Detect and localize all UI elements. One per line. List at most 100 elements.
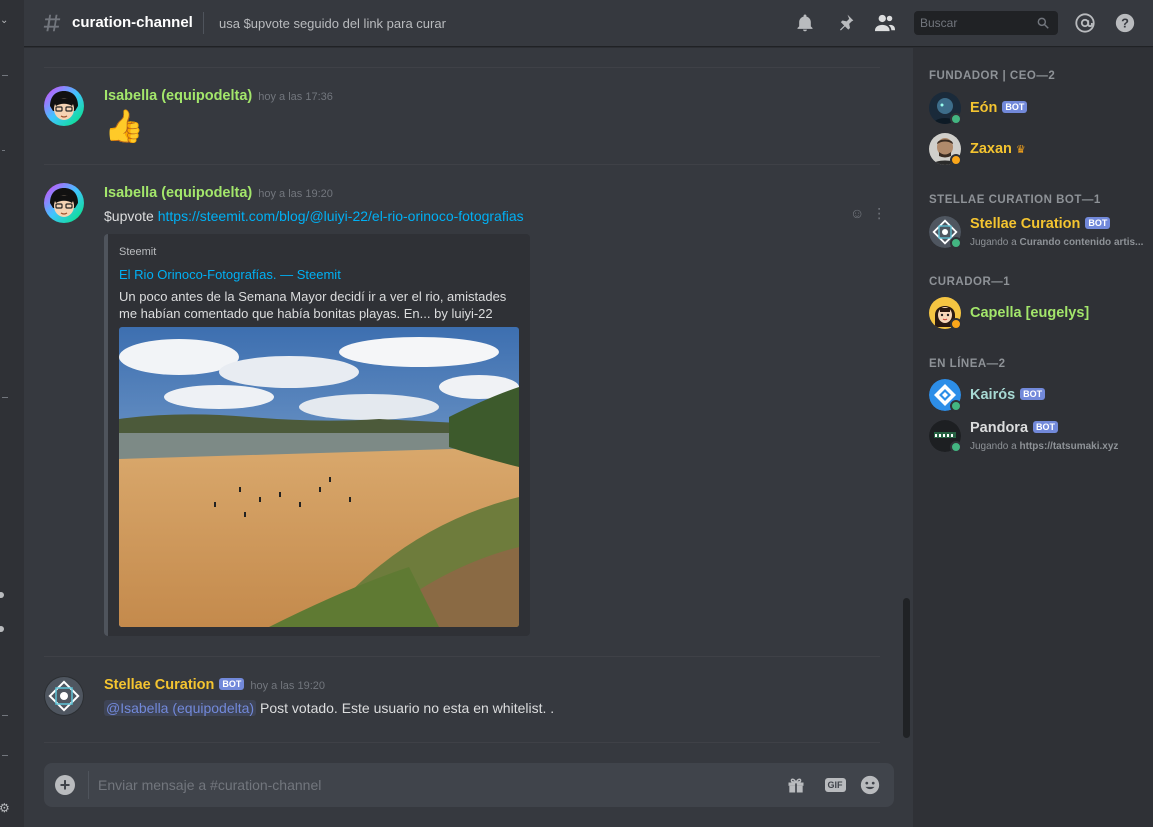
embed-description: Un poco antes de la Semana Mayor decidí … [119, 289, 507, 321]
member-name: Stellae Curation BOT [970, 216, 1111, 232]
composer-divider [88, 771, 89, 799]
message-list[interactable]: Isabella (equipodelta) hoy a las 17:36 👍 … [24, 48, 900, 748]
message-timestamp: hoy a las 17:36 [258, 91, 333, 103]
more-options-icon[interactable]: ⋮ [872, 205, 886, 222]
gift-icon[interactable] [785, 774, 807, 796]
channel-header: curation-channel usa $upvote seguido del… [24, 0, 1153, 47]
message-text: Post votado. Este usuario no esta en whi… [256, 700, 555, 716]
member-name: Capella [eugelys] [970, 305, 1089, 321]
avatar[interactable] [44, 86, 84, 126]
member-item[interactable]: Kairós BOT [929, 375, 1149, 415]
message-author[interactable]: Isabella (equipodelta) hoy a las 19:20 [104, 185, 333, 201]
channel-topic: usa $upvote seguido del link para curar [219, 16, 446, 31]
message-separator [44, 67, 880, 68]
activity-prefix: Jugando a [970, 237, 1020, 248]
svg-text:?: ? [1121, 16, 1129, 31]
link-embed: Steemit El Rio Orinoco-Fotografías. — St… [104, 234, 530, 636]
sidebar-mark [2, 150, 5, 151]
scrollbar-thumb[interactable] [903, 598, 910, 738]
message-separator [44, 742, 880, 743]
pin-icon[interactable] [834, 12, 856, 34]
member-list: FUNDADOR | CEO—2 Eón BOT Zaxan ♛ STELLAE C… [913, 48, 1153, 827]
message-separator [44, 656, 880, 657]
bot-badge: BOT [1033, 421, 1059, 433]
message-emoji: 👍 [104, 108, 144, 144]
embed-provider[interactable]: Steemit [119, 246, 156, 258]
bell-icon[interactable] [794, 12, 816, 34]
avatar [929, 297, 962, 330]
upload-plus-button[interactable]: + [55, 775, 75, 795]
gear-icon[interactable]: ⚙ [0, 801, 10, 815]
member-item[interactable]: Pandora BOT Jugando a https://tatsumaki.x… [929, 416, 1149, 456]
member-category: STELLAE CURATION BOT—1 [929, 194, 1101, 206]
message-content: $upvote https://steemit.com/blog/@luiyi-… [104, 208, 524, 224]
message-input[interactable] [98, 773, 758, 797]
member-name-text: Stellae Curation [970, 216, 1081, 232]
idle-status-icon [950, 154, 962, 166]
gif-label: GIF [824, 778, 846, 792]
member-item[interactable]: Capella [eugelys] [929, 293, 1149, 333]
message-author[interactable]: Isabella (equipodelta) hoy a las 17:36 [104, 88, 333, 104]
member-item[interactable]: Stellae Curation BOT Jugando a Curando co… [929, 212, 1149, 252]
sidebar-mark [2, 397, 8, 398]
members-icon[interactable] [874, 12, 896, 34]
author-name[interactable]: Stellae Curation [104, 677, 214, 693]
online-status-icon [950, 441, 962, 453]
chat-scrollbar[interactable] [900, 48, 912, 748]
mention-icon[interactable] [1074, 12, 1096, 34]
message-timestamp: hoy a las 19:20 [258, 188, 333, 200]
member-name-text: Pandora [970, 420, 1029, 436]
member-category: EN LÍNEA—2 [929, 358, 1006, 370]
activity-name: Curando contenido artis... [1019, 237, 1144, 248]
gif-button[interactable]: GIF [822, 774, 848, 796]
chevron-down-icon[interactable]: ⌄ [0, 15, 8, 26]
help-icon[interactable]: ? [1114, 12, 1136, 34]
avatar[interactable] [44, 676, 84, 716]
add-reaction-icon[interactable]: ☺ [850, 205, 864, 222]
embed-title[interactable]: El Rio Orinoco-Fotografías. — Steemit [119, 267, 341, 282]
avatar [929, 420, 962, 453]
avatar [929, 216, 962, 249]
online-status-icon [950, 400, 962, 412]
emoji-icon[interactable] [859, 774, 881, 796]
bot-badge: BOT [1020, 388, 1046, 400]
crown-icon: ♛ [1015, 144, 1026, 156]
message-content: @Isabella (equipodelta) Post votado. Est… [104, 700, 554, 716]
member-name-text: Kairós [970, 387, 1016, 403]
member-activity: Jugando a https://tatsumaki.xyz [970, 441, 1145, 452]
member-category: FUNDADOR | CEO—2 [929, 70, 1056, 82]
sidebar-mark [2, 755, 8, 756]
search-box[interactable] [914, 11, 1058, 35]
member-name: Zaxan ♛ [970, 141, 1026, 157]
embed-image[interactable] [119, 327, 519, 627]
sidebar-dot [0, 626, 4, 632]
discord-window: ⌄ ⚙ curation-channel usa $upvote seguido… [0, 0, 1153, 827]
bot-badge: BOT [219, 678, 245, 690]
author-name[interactable]: Isabella (equipodelta) [104, 88, 252, 104]
activity-prefix: Jugando a [970, 441, 1020, 452]
member-name: Eón BOT [970, 100, 1028, 116]
avatar [929, 379, 962, 412]
hash-icon [43, 14, 61, 32]
member-name-text: Eón [970, 100, 998, 116]
member-item[interactable]: Zaxan ♛ [929, 129, 1149, 169]
search-input[interactable] [914, 11, 1034, 35]
command-text: $upvote [104, 208, 158, 224]
message-timestamp: hoy a las 19:20 [250, 680, 326, 692]
message-actions: ☺ ⋮ [850, 205, 886, 222]
author-name[interactable]: Isabella (equipodelta) [104, 185, 252, 201]
member-name: Pandora BOT [970, 420, 1059, 436]
member-name-text: Zaxan [970, 141, 1012, 157]
bot-badge: BOT [1085, 217, 1111, 229]
post-link[interactable]: https://steemit.com/blog/@luiyi-22/el-ri… [158, 208, 524, 224]
activity-name: https://tatsumaki.xyz [1019, 441, 1119, 452]
message-author[interactable]: Stellae Curation BOT hoy a las 19:20 [104, 677, 325, 693]
member-item[interactable]: Eón BOT [929, 88, 1149, 128]
member-name: Kairós BOT [970, 387, 1046, 403]
message-separator [44, 164, 880, 165]
header-divider [203, 12, 204, 34]
user-mention[interactable]: @Isabella (equipodelta) [104, 700, 257, 716]
online-status-icon [950, 237, 962, 249]
avatar[interactable] [44, 183, 84, 223]
idle-status-icon [950, 318, 962, 330]
